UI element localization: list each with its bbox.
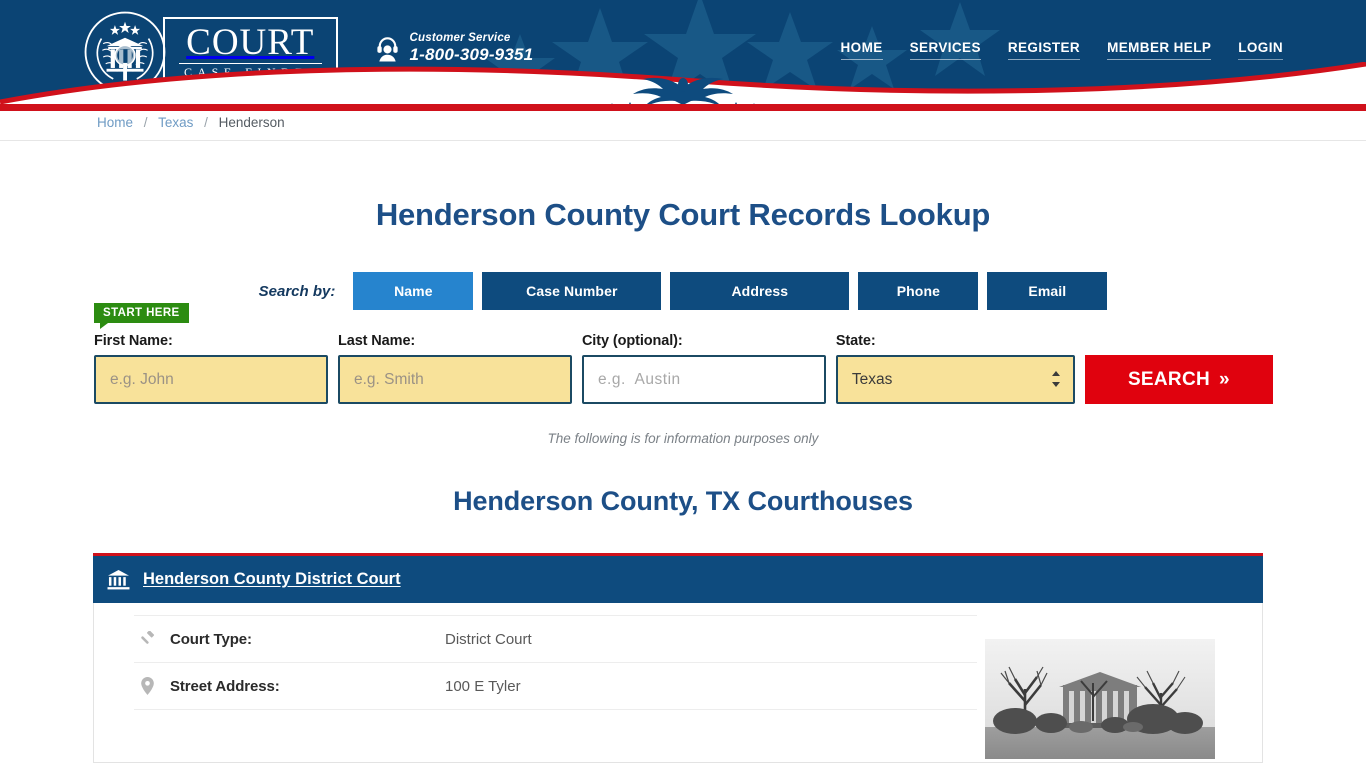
state-select[interactable]: Texas [835,355,1075,404]
court-detail-label: Court Type: [170,630,252,648]
first-name-input[interactable] [94,355,328,404]
breadcrumb-separator-1: / [143,114,148,130]
logo-wordmark-box: COURT CASE FINDER [163,16,338,88]
last-name-input[interactable] [337,355,572,404]
search-button-label: SEARCH [1127,368,1210,390]
search-by-tabs: Search by: Name Case Number Address Phon… [93,272,1273,310]
court-detail-rows: Court Type: District Court Street Addres… [94,615,977,762]
customer-service-phone[interactable]: 1-800-309-9351 [410,45,534,65]
courthouse-photo-cell [977,615,1262,762]
tab-email[interactable]: Email [987,272,1108,310]
nav-item-home[interactable]: HOME [840,40,883,60]
court-detail-value: 100 E Tyler [445,677,521,695]
court-emblem-icon [83,10,167,94]
court-detail-row: Street Address: 100 E Tyler [134,662,977,709]
double-chevron-right-icon: » [1218,369,1230,390]
main-content: Henderson County Court Records Lookup Se… [93,197,1274,763]
page-title: Henderson County Court Records Lookup [375,197,991,232]
breadcrumb-current: Henderson [218,114,285,130]
logo-subtitle: CASE FINDER [184,65,322,80]
last-name-label: Last Name: [337,333,416,349]
nav-item-member-help[interactable]: MEMBER HELP [1107,40,1212,60]
city-input[interactable] [581,355,826,404]
start-here-badge: START HERE [94,303,189,329]
tab-name[interactable]: Name [353,272,474,310]
court-detail-row-next [134,709,977,756]
site-logo[interactable]: COURT CASE FINDER [83,10,338,94]
state-label: State: [835,333,876,349]
logo-word: COURT [186,21,315,63]
tab-case-number[interactable]: Case Number [482,272,662,310]
court-name-link[interactable]: Henderson County District Court [143,570,401,589]
gavel-icon [134,630,160,648]
court-detail-value: District Court [445,630,532,648]
court-detail-row: Court Type: District Court [134,615,977,662]
state-field-group: State: Texas [835,333,1075,404]
breadcrumb-separator-2: / [204,114,208,130]
court-search-form: START HERE First Name: Last Name: City (… [93,303,1274,404]
breadcrumb-state[interactable]: Texas [158,115,193,130]
courthouse-photo [985,639,1215,759]
logo-divider [179,63,322,65]
disclaimer-text: The following is for information purpose… [547,431,819,446]
city-label: City (optional): [581,333,683,349]
breadcrumb: Home / Texas / Henderson [93,115,1273,130]
first-name-field-group: START HERE First Name: [94,303,328,404]
city-field-group: City (optional): [581,333,826,404]
search-by-label: Search by: [258,282,336,300]
first-name-label: First Name: [94,333,173,349]
court-card: Henderson County District Court Court Ty… [93,553,1273,763]
tab-phone[interactable]: Phone [858,272,979,310]
main-navigation: HOME SERVICES REGISTER MEMBER HELP LOGIN [840,40,1283,60]
customer-service-block: Customer Service 1-800-309-9351 [374,32,534,64]
nav-item-register[interactable]: REGISTER [1007,40,1081,60]
breadcrumb-home[interactable]: Home [97,115,133,130]
headset-support-icon [374,34,401,62]
court-detail-label: Street Address: [170,677,280,695]
courthouses-section-title: Henderson County, TX Courthouses [453,486,913,516]
site-header: COURT CASE FINDER Customer Service 1-800… [0,0,1366,104]
nav-item-services[interactable]: SERVICES [909,40,981,60]
header-red-strip [0,104,1366,111]
court-card-body: Court Type: District Court Street Addres… [93,603,1263,763]
search-button[interactable]: SEARCH » [1084,355,1274,404]
tab-address[interactable]: Address [670,272,850,310]
last-name-field-group: Last Name: [337,333,572,404]
bank-icon [107,569,130,590]
nav-item-login[interactable]: LOGIN [1238,40,1283,60]
customer-service-label: Customer Service [409,32,511,44]
map-pin-icon [134,677,160,695]
court-card-header: Henderson County District Court [93,553,1263,603]
